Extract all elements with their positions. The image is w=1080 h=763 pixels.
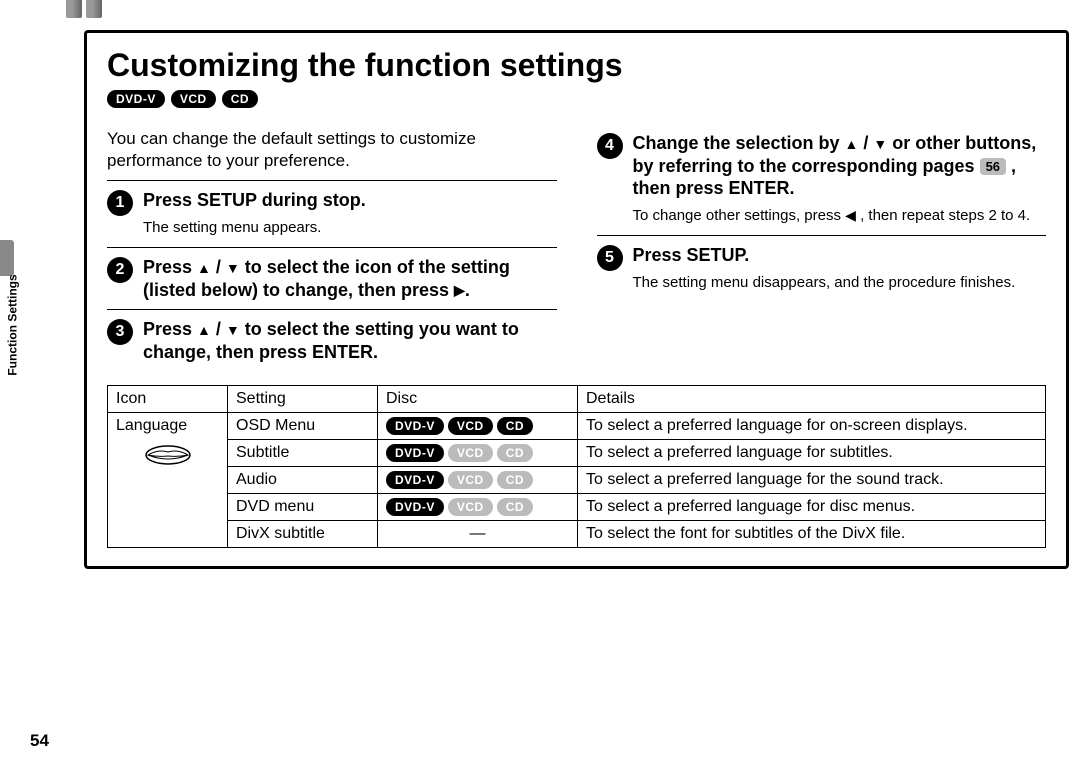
table-row: DivX subtitle — To select the font for s…: [108, 521, 1046, 548]
step-5: 5 Press SETUP. The setting menu disappea…: [597, 244, 1047, 294]
cell-disc: DVD-V VCD CD: [378, 440, 578, 467]
thumb-tab: [66, 0, 82, 18]
settings-table: Icon Setting Disc Details Language OSD M…: [107, 385, 1046, 548]
text: /: [858, 133, 873, 153]
down-icon: ▼: [873, 136, 887, 154]
cell-disc: DVD-V VCD CD: [378, 413, 578, 440]
thumb-tab: [86, 0, 102, 18]
badge-dvdv: DVD-V: [386, 498, 444, 516]
cell-disc-dash: —: [378, 521, 578, 548]
step-4: 4 Change the selection by ▲ / ▼ or other…: [597, 132, 1047, 227]
page-ref-badge: 56: [980, 158, 1006, 175]
badge-cd-ghost: CD: [497, 444, 533, 462]
cell-setting: Subtitle: [228, 440, 378, 467]
th-setting: Setting: [228, 386, 378, 413]
cell-details: To select a preferred language for subti…: [578, 440, 1046, 467]
manual-page: Function Settings Customizing the functi…: [0, 0, 1080, 763]
divider: [597, 235, 1047, 236]
step-sub: The setting menu appears.: [143, 218, 557, 238]
table-row: Audio DVD-V VCD CD To select a preferred…: [108, 467, 1046, 494]
step-1: 1 Press SETUP during stop. The setting m…: [107, 189, 557, 239]
text: /: [211, 257, 226, 277]
side-tab: Function Settings: [0, 280, 26, 370]
step-number: 4: [597, 133, 623, 159]
cell-setting: Audio: [228, 467, 378, 494]
cell-details: To select a preferred language for disc …: [578, 494, 1046, 521]
badge-dvdv: DVD-V: [386, 444, 444, 462]
badge-vcd: VCD: [448, 417, 493, 435]
table-row: Language OSD Menu DVD-V VCD CD To sele: [108, 413, 1046, 440]
right-column: 4 Change the selection by ▲ / ▼ or other…: [597, 128, 1047, 367]
badge-vcd-ghost: VCD: [448, 444, 493, 462]
down-icon: ▼: [226, 322, 240, 340]
icon-label: Language: [116, 417, 187, 434]
text: Press: [143, 319, 197, 339]
cell-setting: DivX subtitle: [228, 521, 378, 548]
th-details: Details: [578, 386, 1046, 413]
step-number: 2: [107, 257, 133, 283]
badge-dvdv: DVD-V: [107, 90, 165, 108]
step-number: 1: [107, 190, 133, 216]
step-heading: Press SETUP.: [633, 244, 1047, 267]
table-row: DVD menu DVD-V VCD CD To select a prefer…: [108, 494, 1046, 521]
text: Change the selection by: [633, 133, 845, 153]
side-tab-marker: [0, 240, 14, 276]
page-number: 54: [30, 731, 49, 751]
cell-details: To select a preferred language for the s…: [578, 467, 1046, 494]
step-number: 5: [597, 245, 623, 271]
divider: [107, 309, 557, 310]
down-icon: ▼: [226, 260, 240, 278]
badge-dvdv: DVD-V: [386, 417, 444, 435]
table-row: Subtitle DVD-V VCD CD To select a prefer…: [108, 440, 1046, 467]
cell-setting: DVD menu: [228, 494, 378, 521]
badge-vcd-ghost: VCD: [448, 471, 493, 489]
cell-details: To select the font for subtitles of the …: [578, 521, 1046, 548]
badge-dvdv: DVD-V: [386, 471, 444, 489]
cell-disc: DVD-V VCD CD: [378, 467, 578, 494]
right-icon: ▶: [454, 282, 465, 300]
left-column: You can change the default settings to c…: [107, 128, 557, 367]
intro-text: You can change the default settings to c…: [107, 128, 557, 172]
divider: [107, 247, 557, 248]
cell-details: To select a preferred language for on-sc…: [578, 413, 1046, 440]
lips-icon: [143, 443, 193, 467]
divider: [107, 180, 557, 181]
up-icon: ▲: [197, 322, 211, 340]
up-icon: ▲: [197, 260, 211, 278]
step-heading: Press SETUP during stop.: [143, 189, 557, 212]
badge-vcd-ghost: VCD: [448, 498, 493, 516]
badge-cd: CD: [222, 90, 258, 108]
cell-icon: Language: [108, 413, 228, 548]
step-heading: Press ▲ / ▼ to select the setting you wa…: [143, 318, 557, 363]
content-frame: Customizing the function settings DVD-V …: [84, 30, 1069, 569]
text: To change other settings, press: [633, 207, 846, 224]
left-icon: ◀: [845, 206, 856, 224]
th-icon: Icon: [108, 386, 228, 413]
badge-cd-ghost: CD: [497, 471, 533, 489]
page-title: Customizing the function settings: [107, 47, 1046, 84]
up-icon: ▲: [845, 136, 859, 154]
text: , then repeat steps 2 to 4.: [856, 207, 1030, 224]
text: /: [211, 319, 226, 339]
cell-setting: OSD Menu: [228, 413, 378, 440]
step-number: 3: [107, 319, 133, 345]
step-3: 3 Press ▲ / ▼ to select the setting you …: [107, 318, 557, 363]
badge-cd: CD: [497, 417, 533, 435]
side-tab-label: Function Settings: [6, 274, 20, 375]
step-heading: Change the selection by ▲ / ▼ or other b…: [633, 132, 1047, 200]
cell-disc: DVD-V VCD CD: [378, 494, 578, 521]
badge-vcd: VCD: [171, 90, 216, 108]
th-disc: Disc: [378, 386, 578, 413]
title-disc-badges: DVD-V VCD CD: [107, 90, 1046, 108]
badge-cd-ghost: CD: [497, 498, 533, 516]
thumb-tabs: [66, 0, 102, 18]
text: Press: [143, 257, 197, 277]
step-heading: Press ▲ / ▼ to select the icon of the se…: [143, 256, 557, 301]
table-header-row: Icon Setting Disc Details: [108, 386, 1046, 413]
step-sub: To change other settings, press ◀ , then…: [633, 206, 1047, 226]
step-2: 2 Press ▲ / ▼ to select the icon of the …: [107, 256, 557, 301]
text: .: [465, 280, 470, 300]
columns: You can change the default settings to c…: [107, 128, 1046, 367]
step-sub: The setting menu disappears, and the pro…: [633, 273, 1047, 293]
